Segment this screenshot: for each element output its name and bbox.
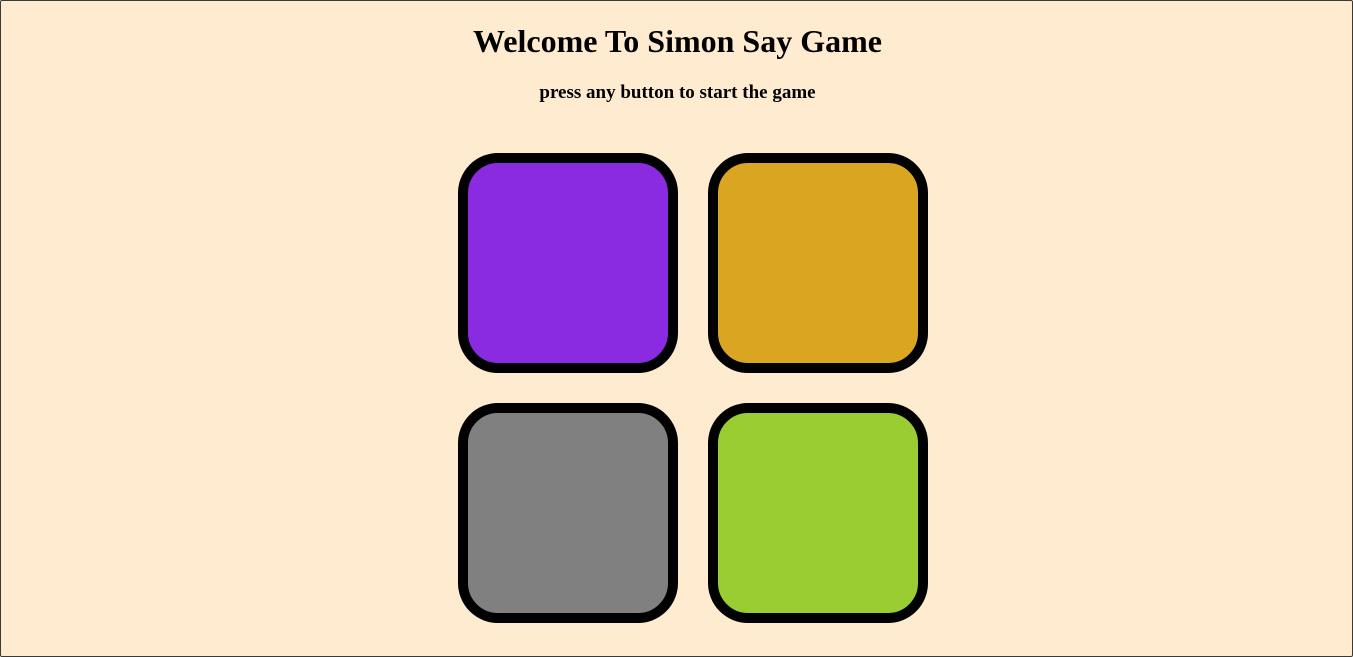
purple-button[interactable] xyxy=(458,153,678,373)
page-title: Welcome To Simon Say Game xyxy=(473,23,882,59)
game-instructions: press any button to start the game xyxy=(539,82,816,103)
green-button[interactable] xyxy=(708,403,928,623)
button-grid xyxy=(458,153,928,623)
game-page: Welcome To Simon Say Game press any butt… xyxy=(0,0,1353,657)
yellow-button[interactable] xyxy=(708,153,928,373)
gray-button[interactable] xyxy=(458,403,678,623)
